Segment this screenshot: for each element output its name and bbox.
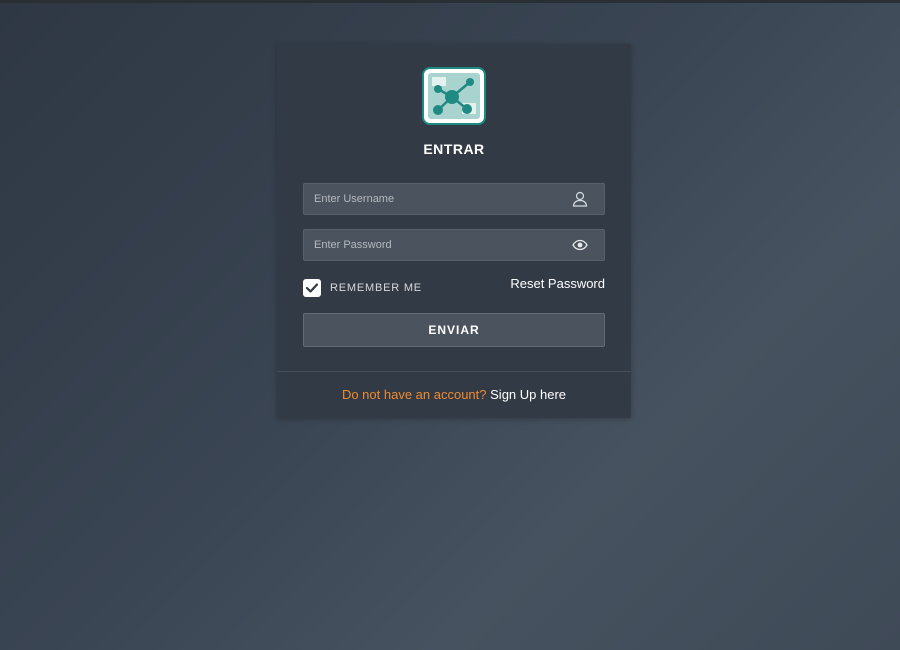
page-title: ENTRAR [423, 141, 485, 157]
top-border [0, 0, 900, 3]
remember-me[interactable]: REMEMBER ME [303, 279, 422, 297]
signup-prompt: Do not have an account? [341, 387, 487, 402]
signup-row: Do not have an account? Sign Up here [277, 387, 631, 402]
network-graph-logo-icon [422, 67, 486, 125]
check-icon [306, 283, 318, 293]
login-card: ENTRAR REMEMBER ME Reset Password ENVIAR [277, 44, 631, 418]
password-field[interactable] [303, 229, 605, 261]
submit-button[interactable]: ENVIAR [303, 313, 605, 347]
remember-me-checkbox[interactable] [303, 279, 321, 297]
username-field[interactable] [303, 183, 605, 215]
reset-password-link[interactable]: Reset Password [510, 276, 605, 291]
signup-link[interactable]: Sign Up here [490, 387, 566, 402]
username-input[interactable] [304, 184, 564, 214]
user-icon [572, 191, 588, 207]
divider [277, 371, 631, 372]
remember-me-label: REMEMBER ME [330, 282, 422, 294]
eye-icon[interactable] [572, 237, 588, 253]
password-input[interactable] [304, 230, 564, 260]
